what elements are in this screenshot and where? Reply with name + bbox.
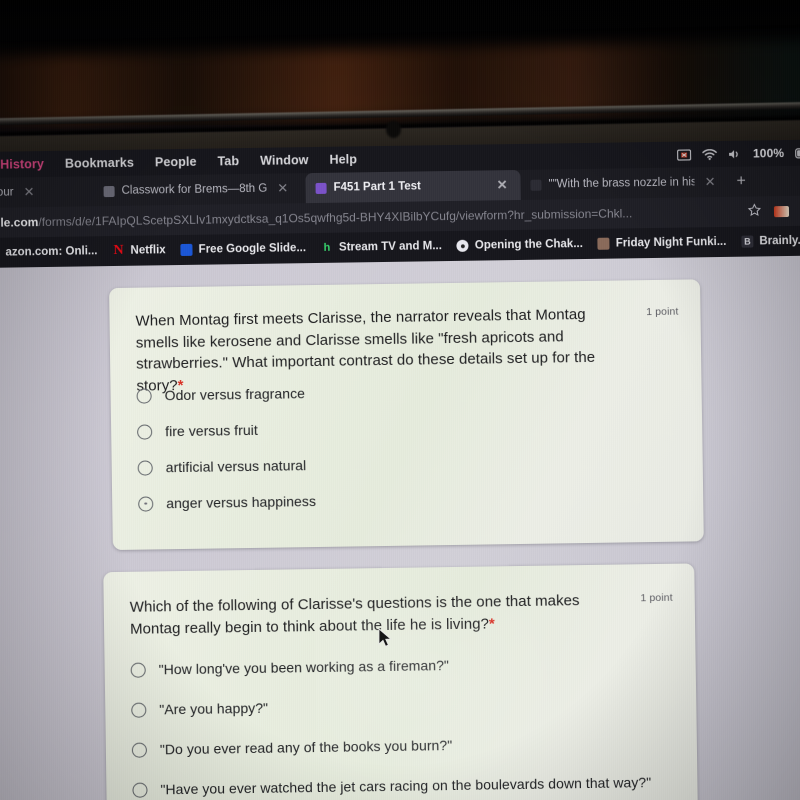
radio-button-icon[interactable] — [137, 423, 153, 440]
bookmark-label: Netflix — [130, 244, 166, 257]
tab-label: F451 Part 1 Test — [333, 180, 422, 194]
tab-classwork[interactable]: Classwork for Brems—8th G ✕ — [93, 173, 305, 206]
wifi-icon[interactable] — [702, 148, 717, 160]
question-2-options: "How long've you been working as a firem… — [130, 642, 651, 800]
option-label: artificial versus natural — [165, 457, 307, 476]
new-tab-button[interactable]: + — [728, 172, 754, 190]
bookmark-label: Free Google Slide... — [198, 242, 307, 256]
question-2-text: Which of the following of Clarisse's que… — [129, 592, 580, 638]
option-row[interactable]: anger versus happiness — [138, 483, 316, 522]
bookmark-stream-tv[interactable]: h Stream TV and M... — [321, 240, 442, 254]
bookmark-brainly[interactable]: B Brainly.com — [741, 234, 800, 248]
option-row[interactable]: artificial versus natural — [137, 447, 315, 486]
menu-item-people[interactable]: People — [155, 155, 197, 170]
forms-icon — [315, 182, 327, 194]
photo-of-laptop-screen: History Bookmarks People Tab Window Help — [0, 0, 800, 800]
option-row[interactable]: fire versus fruit — [137, 411, 315, 450]
bookmark-label: azon.com: Onli... — [5, 245, 98, 259]
option-label: "Have you ever watched the jet cars raci… — [160, 774, 652, 798]
question-2-points: 1 point — [640, 591, 673, 605]
bookmark-netflix[interactable]: N Netflix — [112, 242, 166, 259]
option-label: "Do you ever read any of the books you b… — [159, 737, 453, 758]
brainly-icon — [530, 179, 542, 191]
bookmark-label: Brainly.com — [759, 234, 800, 248]
menu-item-tab[interactable]: Tab — [217, 154, 239, 168]
menu-item-help[interactable]: Help — [329, 152, 357, 166]
option-label: fire versus fruit — [165, 421, 258, 440]
required-asterisk: * — [488, 614, 495, 632]
battery-charging-icon[interactable] — [795, 147, 800, 158]
question-card-1: When Montag first meets Clarisse, the na… — [109, 279, 704, 551]
tab-close-icon[interactable]: ✕ — [702, 174, 719, 190]
bookmark-google-slides[interactable]: Free Google Slide... — [180, 242, 307, 257]
option-row[interactable]: Odor versus fragrance — [136, 375, 314, 414]
netflix-icon: N — [113, 242, 124, 259]
radio-button-icon[interactable] — [131, 702, 147, 718]
volume-icon[interactable] — [728, 148, 742, 159]
mouse-cursor-icon — [378, 628, 392, 647]
bookmark-label: Stream TV and M... — [338, 240, 442, 254]
tab-close-icon[interactable]: ✕ — [494, 177, 511, 193]
bookmark-friday-night-funkin[interactable]: Friday Night Funki... — [597, 235, 727, 250]
bookmark-label: Friday Night Funki... — [615, 235, 727, 250]
question-1-points: 1 point — [646, 305, 679, 319]
address-bar-actions — [747, 196, 800, 227]
tab-label: Classwork for Brems—8th G — [121, 182, 268, 197]
doc-icon — [103, 185, 115, 197]
question-card-2: Which of the following of Clarisse's que… — [103, 563, 699, 800]
browser-window: History Bookmarks People Tab Window Help — [0, 139, 800, 800]
menu-item-bookmarks[interactable]: Bookmarks — [65, 156, 134, 171]
tab-label: ""With the brass nozzle in his — [548, 176, 695, 191]
option-label: "How long've you been working as a firem… — [158, 657, 450, 678]
option-label: Odor versus fragrance — [164, 385, 306, 404]
tab-close-icon[interactable]: ✕ — [274, 180, 291, 196]
radio-button-icon[interactable] — [131, 742, 147, 758]
tab-f451-part-1-test[interactable]: F451 Part 1 Test ✕ — [305, 169, 521, 204]
option-label: anger versus happiness — [166, 493, 317, 512]
google-forms-page: When Montag first meets Clarisse, the na… — [0, 255, 800, 800]
radio-button-icon[interactable] — [130, 662, 146, 678]
question-1-options: Odor versus fragrance fire versus fruit … — [136, 375, 316, 522]
url-path: /forms/d/e/1FAIpQLScetpSXLIv1mxydctksa_q… — [38, 206, 633, 230]
bookmark-label: Opening the Chak... — [474, 238, 583, 252]
hulu-icon: h — [323, 241, 331, 254]
globe-icon: ● — [456, 239, 469, 252]
battery-percent-label: 100% — [752, 146, 785, 161]
tab-close-icon[interactable]: ✕ — [20, 184, 37, 200]
tab-hour[interactable]: Hour ✕ — [0, 176, 94, 208]
bookmark-amazon[interactable]: azon.com: Onli... — [0, 245, 98, 259]
bookmark-opening-the-chak[interactable]: ● Opening the Chak... — [456, 238, 583, 252]
radio-button-icon[interactable] — [132, 782, 148, 798]
tab-brass-nozzle[interactable]: ""With the brass nozzle in his ✕ — [520, 167, 728, 200]
slides-icon — [180, 243, 193, 257]
radio-button-icon[interactable] — [138, 495, 154, 512]
game-icon — [597, 237, 610, 250]
radio-button-icon[interactable] — [136, 387, 152, 404]
menu-bar-status-area: 100% — [676, 140, 800, 168]
radio-button-icon[interactable] — [137, 459, 153, 476]
option-row[interactable]: "Have you ever watched the jet cars raci… — [132, 762, 651, 800]
menu-item-history[interactable]: History — [0, 157, 44, 172]
brainly-icon: B — [741, 235, 754, 248]
option-label: "Are you happy?" — [159, 699, 269, 718]
extension-icon[interactable] — [773, 205, 790, 217]
star-icon[interactable] — [747, 203, 762, 219]
menu-item-window[interactable]: Window — [260, 153, 309, 168]
tab-label: Hour — [0, 186, 14, 199]
url-domain: gle.com — [0, 215, 39, 230]
screen-share-icon[interactable] — [676, 148, 692, 161]
